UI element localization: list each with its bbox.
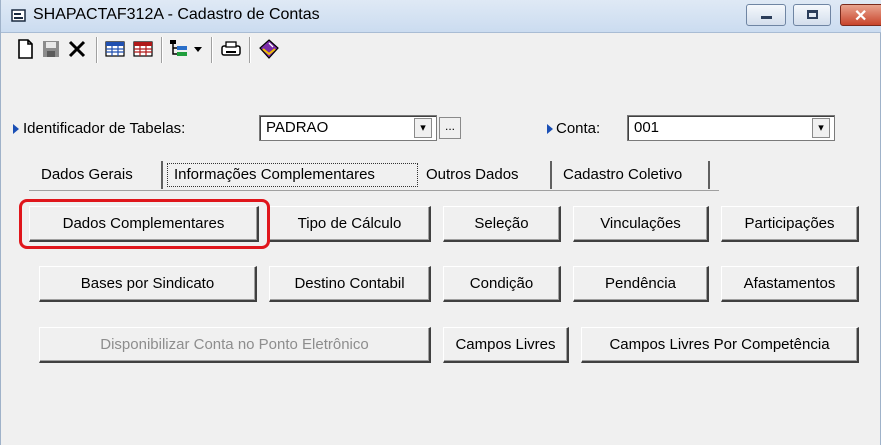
campos-livres-por-competencia-button[interactable]: Campos Livres Por Competência: [581, 327, 859, 363]
chevron-down-icon[interactable]: ▾: [414, 118, 432, 138]
close-button[interactable]: ✕: [840, 4, 881, 26]
identificador-combo[interactable]: PADRAO ▾: [259, 115, 437, 141]
tipo-de-calculo-button[interactable]: Tipo de Cálculo: [269, 206, 431, 242]
toolbar-separator: [96, 37, 98, 63]
grid-blue-icon[interactable]: [103, 37, 127, 61]
conta-label: Conta:: [556, 120, 601, 137]
bullet-arrow-icon: [547, 124, 553, 134]
selecao-button[interactable]: Seleção: [443, 206, 561, 242]
toolbar: [1, 33, 881, 67]
window-title: SHAPACTAF312A - Cadastro de Contas: [33, 6, 320, 23]
tab-informacoes-complementares[interactable]: Informações Complementares: [167, 163, 418, 187]
minimize-button[interactable]: [746, 4, 786, 26]
vinculacoes-button[interactable]: Vinculações: [573, 206, 709, 242]
bases-por-sindicato-button[interactable]: Bases por Sindicato: [39, 266, 257, 302]
title-bar[interactable]: SHAPACTAF312A - Cadastro de Contas ✕: [1, 0, 881, 33]
condicao-button[interactable]: Condição: [443, 266, 561, 302]
delete-x-icon[interactable]: [65, 37, 89, 61]
maximize-button[interactable]: [793, 4, 831, 26]
grid-red-icon[interactable]: [131, 37, 155, 61]
highlight-box: [19, 199, 270, 249]
disponibilizar-conta-button[interactable]: Disponibilizar Conta no Ponto Eletrônico: [39, 327, 431, 363]
conta-value: 001: [634, 119, 660, 136]
destino-contabil-button[interactable]: Destino Contabil: [269, 266, 431, 302]
dropdown-arrow-icon[interactable]: [191, 37, 205, 61]
pendencia-button[interactable]: Pendência: [573, 266, 709, 302]
identificador-label: Identificador de Tabelas:: [23, 120, 186, 137]
tab-outros-dados[interactable]: Outros Dados: [420, 161, 552, 189]
tree-view-icon[interactable]: [167, 37, 191, 61]
toolbar-separator: [211, 37, 213, 63]
close-icon: ✕: [854, 8, 868, 25]
save-disk-icon[interactable]: [39, 37, 63, 61]
conta-combo[interactable]: 001 ▾: [627, 115, 835, 141]
identificador-value: PADRAO: [266, 119, 329, 136]
tab-dados-gerais[interactable]: Dados Gerais: [35, 161, 163, 189]
tab-divider: [29, 190, 719, 191]
bullet-arrow-icon: [13, 124, 19, 134]
print-icon[interactable]: [219, 37, 243, 61]
new-document-icon[interactable]: [13, 37, 37, 61]
tab-cadastro-coletivo[interactable]: Cadastro Coletivo: [557, 161, 710, 189]
campos-livres-button[interactable]: Campos Livres: [443, 327, 569, 363]
book-icon[interactable]: [257, 37, 281, 61]
lookup-ellipsis-button[interactable]: ...: [439, 117, 461, 139]
participacoes-button[interactable]: Participações: [721, 206, 859, 242]
app-icon: [11, 9, 26, 22]
maximize-icon: [807, 10, 818, 19]
minimize-icon: [761, 16, 772, 19]
toolbar-separator: [249, 37, 251, 63]
chevron-down-icon[interactable]: ▾: [812, 118, 830, 138]
toolbar-separator: [161, 37, 163, 63]
main-window: SHAPACTAF312A - Cadastro de Contas ✕ Ide…: [0, 0, 881, 445]
afastamentos-button[interactable]: Afastamentos: [721, 266, 859, 302]
